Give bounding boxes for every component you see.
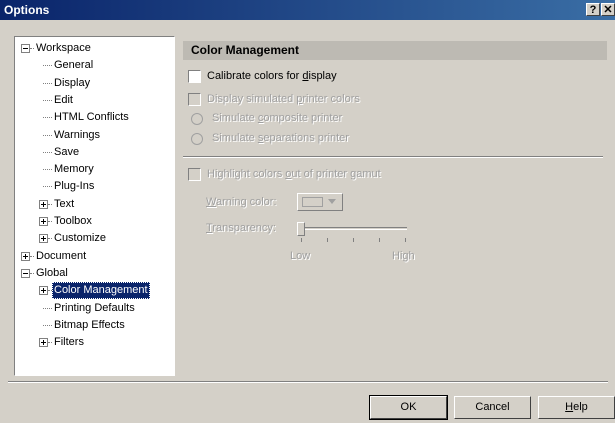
tree-connector (43, 169, 52, 171)
expand-plus-icon[interactable] (21, 252, 30, 261)
close-button[interactable]: ✕ (601, 3, 615, 16)
panel-title: Color Management (183, 41, 607, 60)
slider-tick (405, 238, 406, 242)
tree-connector (43, 186, 52, 188)
tree-item-label: Toolbox (54, 215, 92, 227)
simulate-separations-radio[interactable] (191, 133, 203, 145)
tree-item-label: Save (54, 146, 80, 158)
tree-item-bitmap-effects[interactable]: Bitmap Effects (15, 317, 174, 334)
tree-item-label: Color Management (52, 282, 150, 299)
tree-connector (43, 65, 52, 67)
slider-tick (327, 238, 328, 242)
bottom-divider (8, 381, 608, 383)
warning-color-label: Warning color: (206, 196, 277, 208)
expand-plus-icon[interactable] (39, 286, 48, 295)
expand-plus-icon[interactable] (39, 234, 48, 243)
tree-item-label: HTML Conflicts (54, 111, 129, 123)
collapse-minus-icon[interactable] (21, 269, 30, 278)
highlight-gamut-checkbox[interactable] (188, 168, 201, 181)
calibrate-label: Calibrate colors for display (207, 70, 337, 82)
tree-connector (43, 152, 52, 154)
tree-connector (43, 135, 52, 137)
simulate-composite-radio[interactable] (191, 113, 203, 125)
chevron-down-icon (328, 199, 336, 204)
tree-item-filters[interactable]: Filters (15, 334, 174, 351)
tree-item-label: Display (54, 77, 91, 89)
simulate-separations-label: Simulate separations printer (212, 132, 349, 144)
tree-item-plug-ins[interactable]: Plug-Ins (15, 178, 174, 195)
tree-item-color-management[interactable]: Color Management (15, 282, 174, 299)
tree-item-text[interactable]: Text (15, 196, 174, 213)
tree-connector (43, 325, 52, 327)
tree-item-customize[interactable]: Customize (15, 230, 174, 247)
tree-item-memory[interactable]: Memory (15, 161, 174, 178)
tree-item-label: Edit (54, 94, 73, 106)
tree-item-toolbox[interactable]: Toolbox (15, 213, 174, 230)
tree-item-general[interactable]: General (15, 57, 174, 74)
tree-item-display[interactable]: Display (15, 75, 174, 92)
collapse-minus-icon[interactable] (21, 44, 30, 53)
slider-max-label: High (392, 250, 415, 262)
tree-item-document[interactable]: Document (15, 248, 174, 265)
tree-connector (43, 100, 52, 102)
title-bar: Options ? ✕ (0, 0, 615, 20)
tree-item-printing-defaults[interactable]: Printing Defaults (15, 300, 174, 317)
help-title-button[interactable]: ? (586, 3, 600, 16)
transparency-slider-track[interactable] (301, 227, 407, 230)
tree-item-label: General (54, 59, 94, 71)
tree-item-html-conflicts[interactable]: HTML Conflicts (15, 109, 174, 126)
tree-connector (43, 308, 52, 310)
expand-plus-icon[interactable] (39, 217, 48, 226)
tree-item-label: Memory (54, 163, 94, 175)
tree-item-label: Plug-Ins (54, 180, 95, 192)
slider-min-label: Low (290, 250, 311, 262)
tree-item-workspace[interactable]: Workspace (15, 40, 174, 57)
help-button[interactable]: Help (538, 396, 615, 419)
section-divider (183, 156, 603, 158)
slider-tick (379, 238, 380, 242)
tree-item-warnings[interactable]: Warnings (15, 127, 174, 144)
tree-item-label: Filters (54, 336, 84, 348)
calibrate-checkbox[interactable] (188, 70, 201, 83)
tree-item-label: Document (36, 250, 87, 262)
cancel-button[interactable]: Cancel (454, 396, 531, 419)
transparency-slider-thumb[interactable] (297, 222, 305, 236)
tree-item-label: Workspace (36, 42, 91, 54)
tree-item-global[interactable]: Global (15, 265, 174, 282)
color-swatch (302, 197, 323, 207)
tree-item-label: Printing Defaults (54, 302, 135, 314)
simulate-composite-label: Simulate composite printer (212, 112, 343, 124)
tree-item-label: Customize (54, 232, 106, 244)
tree-item-label: Text (54, 198, 75, 210)
expand-plus-icon[interactable] (39, 338, 48, 347)
tree-connector (43, 117, 52, 119)
display-simulated-label: Display simulated printer colors (207, 93, 360, 105)
tree-connector (43, 83, 52, 85)
highlight-gamut-label: Highlight colors out of printer gamut (207, 168, 381, 180)
warning-color-picker[interactable] (297, 193, 343, 211)
tree-item-label: Warnings (54, 129, 101, 141)
slider-tick (301, 238, 302, 242)
tree-item-save[interactable]: Save (15, 144, 174, 161)
tree-item-label: Bitmap Effects (54, 319, 125, 331)
ok-button[interactable]: OK (369, 395, 448, 420)
expand-plus-icon[interactable] (39, 200, 48, 209)
window-title: Options (4, 3, 50, 17)
slider-tick (353, 238, 354, 242)
options-tree[interactable]: Workspace General Display Edit HTML Conflict… (14, 36, 175, 376)
tree-item-label: Global (36, 267, 68, 279)
display-simulated-checkbox[interactable] (188, 93, 201, 106)
tree-item-edit[interactable]: Edit (15, 92, 174, 109)
transparency-label: Transparency: (206, 222, 276, 234)
